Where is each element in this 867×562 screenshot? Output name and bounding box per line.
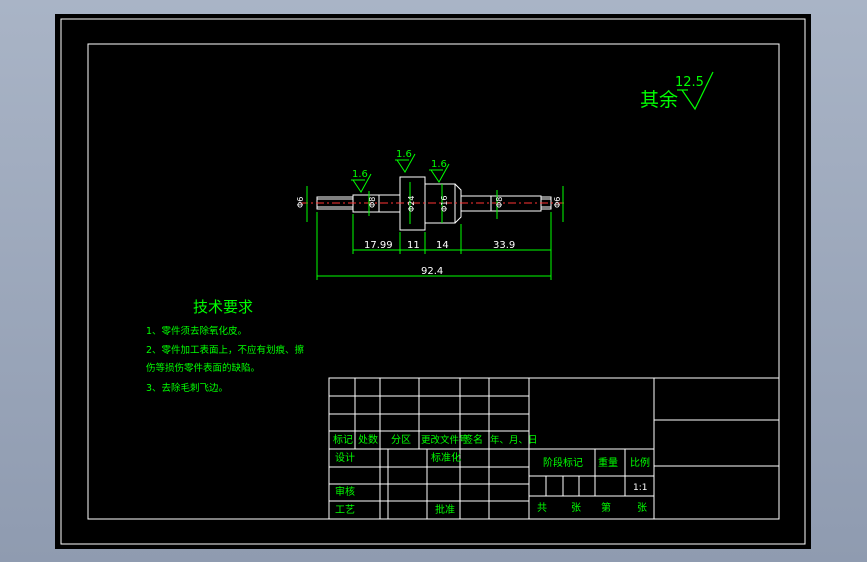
tb-zhang: 张 [571, 502, 581, 514]
tb-zhang2: 张 [637, 502, 647, 514]
tb-standard: 标准化 [431, 451, 461, 464]
tb-process: 工艺 [335, 504, 355, 516]
tb-count: 处数 [358, 433, 378, 446]
tech-line-2: 2、零件加工表面上，不应有划痕、擦 [146, 344, 305, 356]
tb-scale-label: 比例 [630, 456, 650, 469]
dim-17-99: 17.99 [364, 240, 393, 251]
surface-mark-1: 1.6 [352, 169, 368, 180]
tb-di: 第 [601, 501, 611, 514]
dia-2: Φ8 [368, 197, 377, 208]
tb-review: 审核 [335, 485, 355, 498]
dim-14: 14 [436, 240, 449, 251]
outer-frame [60, 18, 806, 545]
dia-3: Φ24 [407, 196, 416, 212]
tb-weight: 重量 [598, 456, 618, 469]
surface-mark-3: 1.6 [431, 159, 447, 170]
tb-design: 设计 [335, 451, 355, 464]
roughness-value: 12.5 [675, 75, 704, 90]
title-block [328, 377, 780, 520]
tech-line-4: 3、去除毛刺飞边。 [146, 382, 228, 394]
inner-frame [87, 43, 780, 520]
dia-4: Φ16 [440, 196, 449, 212]
tech-line-3: 伤等损伤零件表面的缺陷。 [146, 362, 260, 374]
roughness-note: 其余 12.5 [640, 71, 714, 111]
dia-6: Φ6 [553, 197, 562, 208]
dim-11: 11 [407, 240, 420, 251]
tb-mark: 标记 [333, 434, 353, 446]
tb-sign: 签名 [463, 433, 483, 446]
tb-zone: 分区 [391, 434, 411, 446]
drawing-canvas: 其余 12.5 Φ6 Φ8 Φ24 Φ16 Φ8 Φ6 1.6 1.6 1.6 … [60, 18, 806, 545]
tb-scale: 1:1 [633, 483, 647, 493]
tb-stage: 阶段标记 [543, 456, 583, 469]
tb-approve: 批准 [435, 503, 455, 516]
dim-total: 92.4 [421, 266, 443, 277]
tech-title: 技术要求 [193, 298, 253, 316]
roughness-prefix: 其余 [640, 89, 678, 111]
drawing-sheet: 其余 12.5 Φ6 Φ8 Φ24 Φ16 Φ8 Φ6 1.6 1.6 1.6 … [55, 14, 811, 549]
dim-33-9: 33.9 [493, 240, 515, 251]
dia-5: Φ8 [495, 197, 504, 208]
tb-change-doc: 更改文件号 [421, 434, 469, 446]
tech-line-1: 1、零件须去除氧化皮。 [146, 325, 247, 337]
tb-gong: 共 [537, 502, 547, 514]
dia-1: Φ6 [296, 197, 305, 208]
surface-mark-2: 1.6 [396, 149, 412, 160]
tb-date: 年、月、日 [490, 434, 538, 446]
